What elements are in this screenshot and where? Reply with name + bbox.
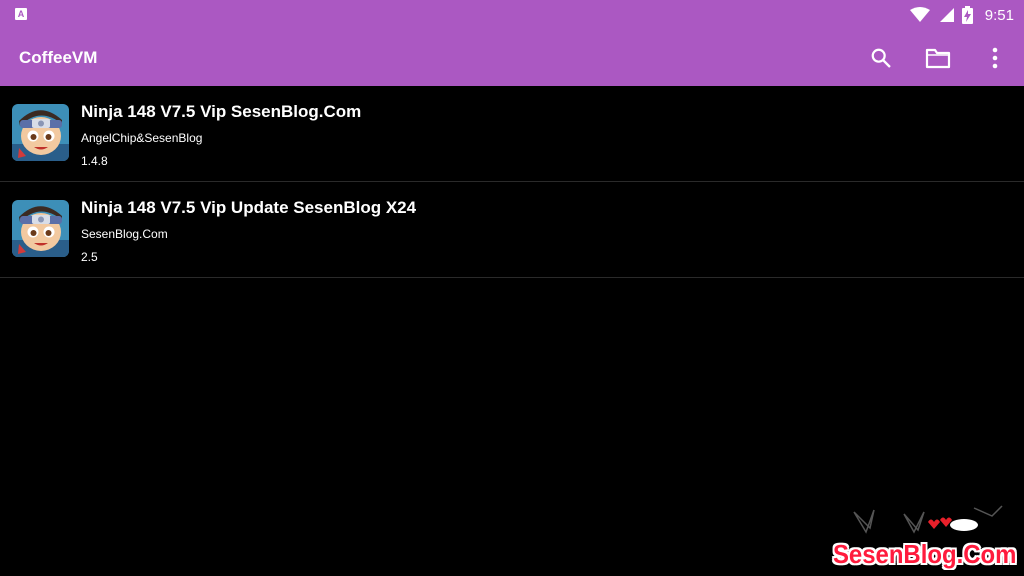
item-author: AngelChip&SesenBlog <box>81 131 203 145</box>
open-folder-button[interactable] <box>924 44 952 72</box>
overflow-menu-button[interactable] <box>981 44 1009 72</box>
watermark-decoration-icon <box>853 505 1003 534</box>
status-icons: 9:51 <box>909 0 1014 30</box>
watermark-text: SesenBlog.Com <box>832 539 1016 569</box>
item-title: Ninja 148 V7.5 Vip SesenBlog.Com <box>81 102 362 121</box>
accessibility-a-icon: A <box>15 8 27 20</box>
status-time: 9:51 <box>984 6 1014 24</box>
item-author: SesenBlog.Com <box>81 227 168 241</box>
more-vert-icon <box>992 47 998 69</box>
item-title: Ninja 148 V7.5 Vip Update SesenBlog X24 <box>81 198 417 217</box>
vm-list: Ninja 148 V7.5 Vip SesenBlog.Com AngelCh… <box>0 86 1024 278</box>
search-icon <box>871 48 891 68</box>
list-item[interactable]: Ninja 148 V7.5 Vip SesenBlog.Com AngelCh… <box>0 86 1024 182</box>
app-title: CoffeeVM <box>19 48 98 67</box>
battery-charging-icon <box>961 6 973 24</box>
ninja-game-icon <box>12 104 69 161</box>
watermark: SesenBlog.Com <box>833 500 1016 570</box>
signal-icon <box>939 8 954 22</box>
item-version: 2.5 <box>81 250 98 264</box>
app-bar: CoffeeVM <box>0 30 1024 86</box>
wifi-icon <box>909 7 930 22</box>
status-bar: A 9:51 <box>0 0 1024 30</box>
folder-icon <box>925 48 951 69</box>
ninja-game-icon <box>12 200 69 257</box>
search-button[interactable] <box>867 44 895 72</box>
list-item[interactable]: Ninja 148 V7.5 Vip Update SesenBlog X24 … <box>0 182 1024 278</box>
item-version: 1.4.8 <box>81 154 108 168</box>
